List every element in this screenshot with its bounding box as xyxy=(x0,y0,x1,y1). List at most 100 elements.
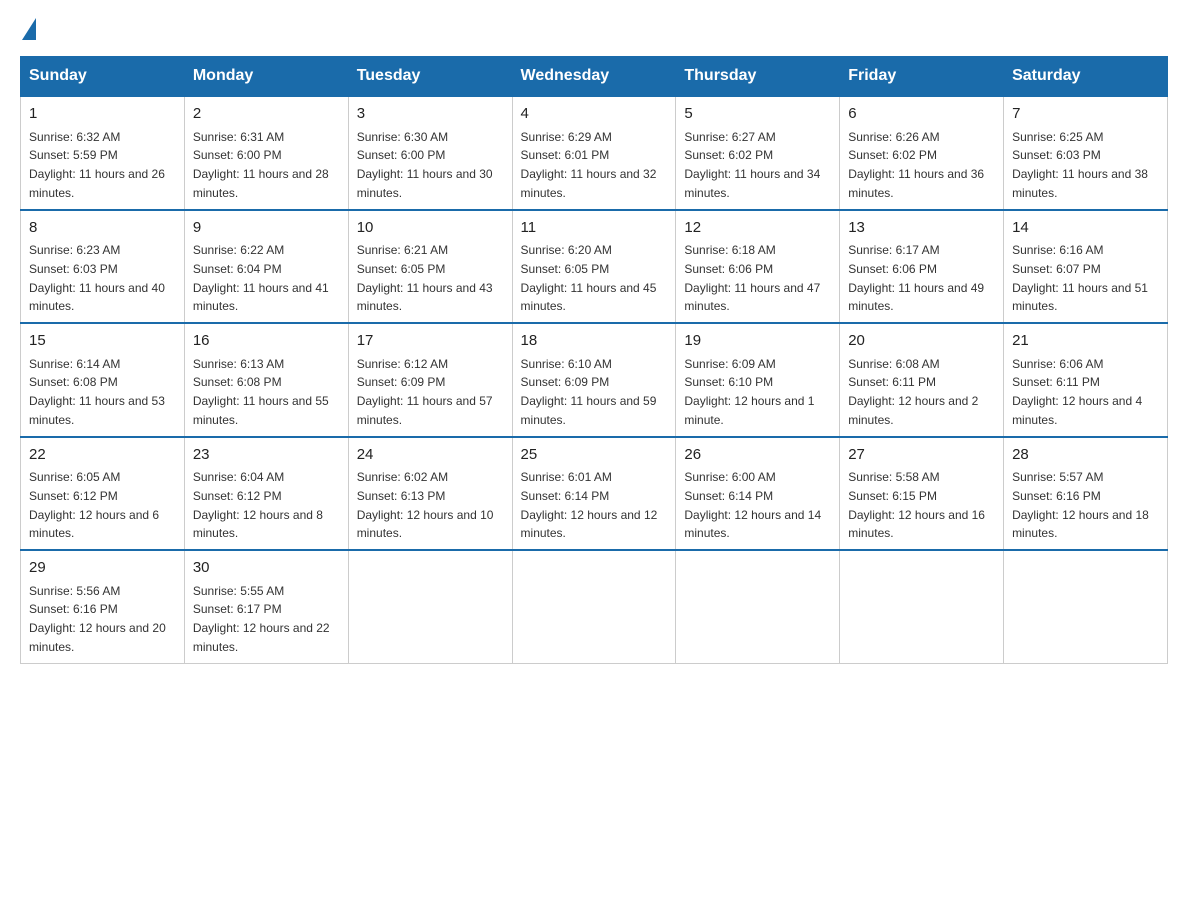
day-info: Sunrise: 6:14 AMSunset: 6:08 PMDaylight:… xyxy=(29,357,165,427)
day-header-row: SundayMondayTuesdayWednesdayThursdayFrid… xyxy=(21,57,1168,97)
day-info: Sunrise: 6:29 AMSunset: 6:01 PMDaylight:… xyxy=(521,130,657,200)
calendar-cell: 21 Sunrise: 6:06 AMSunset: 6:11 PMDaylig… xyxy=(1004,323,1168,437)
day-info: Sunrise: 6:31 AMSunset: 6:00 PMDaylight:… xyxy=(193,130,329,200)
calendar-cell: 26 Sunrise: 6:00 AMSunset: 6:14 PMDaylig… xyxy=(676,437,840,551)
calendar-cell: 23 Sunrise: 6:04 AMSunset: 6:12 PMDaylig… xyxy=(184,437,348,551)
col-header-sunday: Sunday xyxy=(21,57,185,97)
day-info: Sunrise: 6:01 AMSunset: 6:14 PMDaylight:… xyxy=(521,470,658,540)
col-header-friday: Friday xyxy=(840,57,1004,97)
day-info: Sunrise: 6:17 AMSunset: 6:06 PMDaylight:… xyxy=(848,243,984,313)
day-info: Sunrise: 6:21 AMSunset: 6:05 PMDaylight:… xyxy=(357,243,493,313)
day-number: 26 xyxy=(684,444,831,467)
calendar-cell: 3 Sunrise: 6:30 AMSunset: 6:00 PMDayligh… xyxy=(348,96,512,210)
calendar-cell: 5 Sunrise: 6:27 AMSunset: 6:02 PMDayligh… xyxy=(676,96,840,210)
day-info: Sunrise: 6:18 AMSunset: 6:06 PMDaylight:… xyxy=(684,243,820,313)
calendar-cell xyxy=(512,550,676,663)
day-number: 20 xyxy=(848,330,995,353)
day-number: 30 xyxy=(193,557,340,580)
calendar-cell xyxy=(348,550,512,663)
day-info: Sunrise: 6:00 AMSunset: 6:14 PMDaylight:… xyxy=(684,470,821,540)
calendar-cell: 2 Sunrise: 6:31 AMSunset: 6:00 PMDayligh… xyxy=(184,96,348,210)
calendar-cell: 22 Sunrise: 6:05 AMSunset: 6:12 PMDaylig… xyxy=(21,437,185,551)
day-info: Sunrise: 6:32 AMSunset: 5:59 PMDaylight:… xyxy=(29,130,165,200)
day-number: 6 xyxy=(848,103,995,126)
day-number: 3 xyxy=(357,103,504,126)
day-number: 22 xyxy=(29,444,176,467)
calendar-cell: 11 Sunrise: 6:20 AMSunset: 6:05 PMDaylig… xyxy=(512,210,676,324)
day-number: 23 xyxy=(193,444,340,467)
calendar-cell: 29 Sunrise: 5:56 AMSunset: 6:16 PMDaylig… xyxy=(21,550,185,663)
day-info: Sunrise: 6:06 AMSunset: 6:11 PMDaylight:… xyxy=(1012,357,1142,427)
calendar-cell xyxy=(676,550,840,663)
calendar-cell: 6 Sunrise: 6:26 AMSunset: 6:02 PMDayligh… xyxy=(840,96,1004,210)
day-number: 12 xyxy=(684,217,831,240)
calendar-cell xyxy=(1004,550,1168,663)
calendar-cell: 4 Sunrise: 6:29 AMSunset: 6:01 PMDayligh… xyxy=(512,96,676,210)
day-info: Sunrise: 5:55 AMSunset: 6:17 PMDaylight:… xyxy=(193,584,330,654)
day-number: 21 xyxy=(1012,330,1159,353)
day-info: Sunrise: 5:58 AMSunset: 6:15 PMDaylight:… xyxy=(848,470,985,540)
calendar-cell: 30 Sunrise: 5:55 AMSunset: 6:17 PMDaylig… xyxy=(184,550,348,663)
logo-triangle-icon xyxy=(22,18,36,40)
col-header-wednesday: Wednesday xyxy=(512,57,676,97)
calendar-cell xyxy=(840,550,1004,663)
day-info: Sunrise: 6:02 AMSunset: 6:13 PMDaylight:… xyxy=(357,470,494,540)
day-number: 9 xyxy=(193,217,340,240)
calendar-cell: 27 Sunrise: 5:58 AMSunset: 6:15 PMDaylig… xyxy=(840,437,1004,551)
logo xyxy=(20,20,38,40)
calendar-cell: 17 Sunrise: 6:12 AMSunset: 6:09 PMDaylig… xyxy=(348,323,512,437)
col-header-tuesday: Tuesday xyxy=(348,57,512,97)
day-info: Sunrise: 6:27 AMSunset: 6:02 PMDaylight:… xyxy=(684,130,820,200)
day-number: 18 xyxy=(521,330,668,353)
day-number: 7 xyxy=(1012,103,1159,126)
day-number: 19 xyxy=(684,330,831,353)
week-row-1: 1 Sunrise: 6:32 AMSunset: 5:59 PMDayligh… xyxy=(21,96,1168,210)
day-info: Sunrise: 6:26 AMSunset: 6:02 PMDaylight:… xyxy=(848,130,984,200)
calendar-cell: 9 Sunrise: 6:22 AMSunset: 6:04 PMDayligh… xyxy=(184,210,348,324)
day-info: Sunrise: 6:09 AMSunset: 6:10 PMDaylight:… xyxy=(684,357,814,427)
day-info: Sunrise: 6:10 AMSunset: 6:09 PMDaylight:… xyxy=(521,357,657,427)
calendar-cell: 10 Sunrise: 6:21 AMSunset: 6:05 PMDaylig… xyxy=(348,210,512,324)
week-row-4: 22 Sunrise: 6:05 AMSunset: 6:12 PMDaylig… xyxy=(21,437,1168,551)
day-number: 17 xyxy=(357,330,504,353)
calendar-cell: 7 Sunrise: 6:25 AMSunset: 6:03 PMDayligh… xyxy=(1004,96,1168,210)
day-info: Sunrise: 6:30 AMSunset: 6:00 PMDaylight:… xyxy=(357,130,493,200)
calendar-cell: 19 Sunrise: 6:09 AMSunset: 6:10 PMDaylig… xyxy=(676,323,840,437)
col-header-saturday: Saturday xyxy=(1004,57,1168,97)
day-info: Sunrise: 6:20 AMSunset: 6:05 PMDaylight:… xyxy=(521,243,657,313)
calendar-cell: 24 Sunrise: 6:02 AMSunset: 6:13 PMDaylig… xyxy=(348,437,512,551)
day-number: 1 xyxy=(29,103,176,126)
calendar-table: SundayMondayTuesdayWednesdayThursdayFrid… xyxy=(20,56,1168,664)
calendar-cell: 13 Sunrise: 6:17 AMSunset: 6:06 PMDaylig… xyxy=(840,210,1004,324)
day-info: Sunrise: 6:13 AMSunset: 6:08 PMDaylight:… xyxy=(193,357,329,427)
calendar-cell: 18 Sunrise: 6:10 AMSunset: 6:09 PMDaylig… xyxy=(512,323,676,437)
day-number: 10 xyxy=(357,217,504,240)
day-info: Sunrise: 6:22 AMSunset: 6:04 PMDaylight:… xyxy=(193,243,329,313)
day-info: Sunrise: 6:08 AMSunset: 6:11 PMDaylight:… xyxy=(848,357,978,427)
day-info: Sunrise: 6:25 AMSunset: 6:03 PMDaylight:… xyxy=(1012,130,1148,200)
col-header-monday: Monday xyxy=(184,57,348,97)
calendar-cell: 12 Sunrise: 6:18 AMSunset: 6:06 PMDaylig… xyxy=(676,210,840,324)
day-info: Sunrise: 6:12 AMSunset: 6:09 PMDaylight:… xyxy=(357,357,493,427)
day-number: 13 xyxy=(848,217,995,240)
week-row-3: 15 Sunrise: 6:14 AMSunset: 6:08 PMDaylig… xyxy=(21,323,1168,437)
day-info: Sunrise: 5:57 AMSunset: 6:16 PMDaylight:… xyxy=(1012,470,1149,540)
header xyxy=(20,20,1168,40)
week-row-5: 29 Sunrise: 5:56 AMSunset: 6:16 PMDaylig… xyxy=(21,550,1168,663)
day-info: Sunrise: 6:05 AMSunset: 6:12 PMDaylight:… xyxy=(29,470,159,540)
day-number: 25 xyxy=(521,444,668,467)
calendar-cell: 14 Sunrise: 6:16 AMSunset: 6:07 PMDaylig… xyxy=(1004,210,1168,324)
day-number: 27 xyxy=(848,444,995,467)
day-number: 15 xyxy=(29,330,176,353)
day-number: 24 xyxy=(357,444,504,467)
day-number: 5 xyxy=(684,103,831,126)
calendar-cell: 1 Sunrise: 6:32 AMSunset: 5:59 PMDayligh… xyxy=(21,96,185,210)
day-number: 28 xyxy=(1012,444,1159,467)
day-info: Sunrise: 6:04 AMSunset: 6:12 PMDaylight:… xyxy=(193,470,323,540)
col-header-thursday: Thursday xyxy=(676,57,840,97)
day-number: 16 xyxy=(193,330,340,353)
calendar-cell: 20 Sunrise: 6:08 AMSunset: 6:11 PMDaylig… xyxy=(840,323,1004,437)
day-number: 29 xyxy=(29,557,176,580)
calendar-cell: 16 Sunrise: 6:13 AMSunset: 6:08 PMDaylig… xyxy=(184,323,348,437)
day-info: Sunrise: 6:16 AMSunset: 6:07 PMDaylight:… xyxy=(1012,243,1148,313)
